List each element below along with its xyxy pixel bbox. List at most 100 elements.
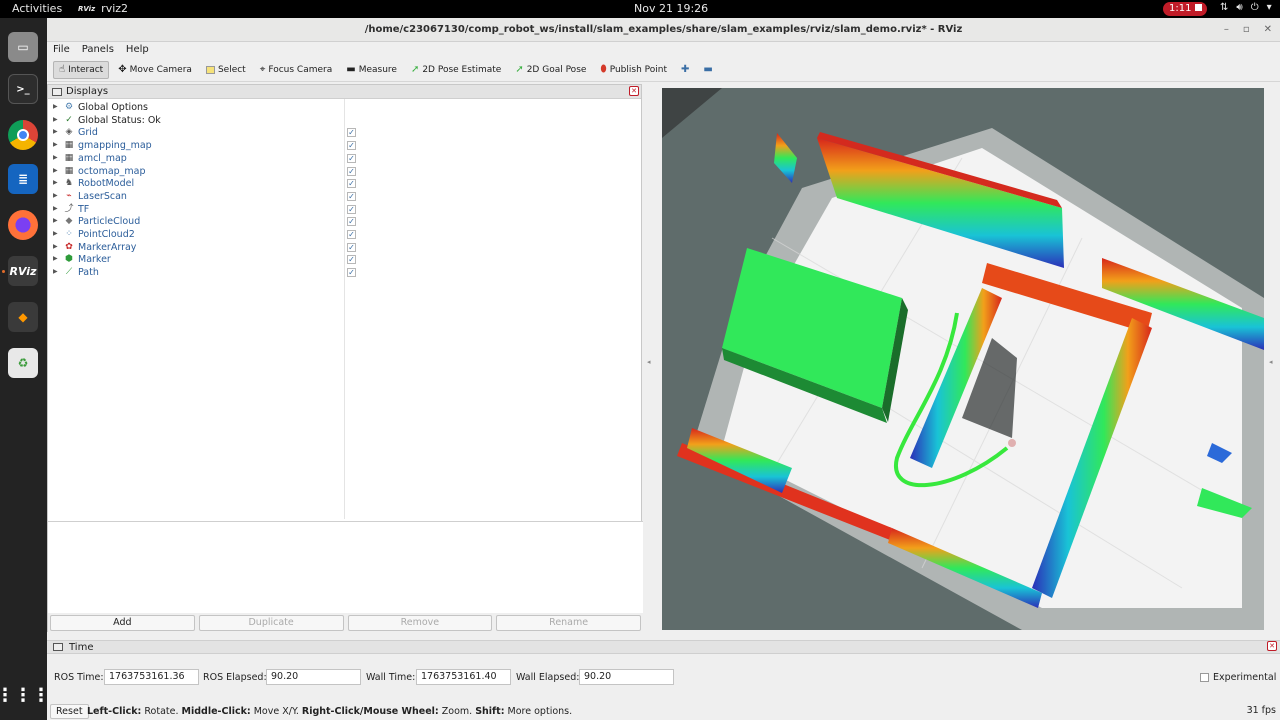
firefox-icon[interactable] (8, 210, 38, 240)
display-item[interactable]: ▶ ⟋ Path ✓ (48, 267, 643, 279)
app-grid-icon[interactable]: ⋮⋮⋮ (0, 680, 50, 710)
window-titlebar[interactable]: /home/c23067130/comp_robot_ws/install/sl… (47, 18, 1280, 42)
enable-checkbox[interactable]: ✓ (347, 255, 356, 265)
displays-tree: ▶ ⚙ Global Options ▶ ✓ Global Status: Ok ▶ ◈ Gri… (48, 99, 643, 519)
publish-point-tool[interactable]: ⬮ Publish Point (595, 61, 672, 79)
enable-checkbox[interactable]: ✓ (347, 191, 356, 201)
enable-checkbox[interactable]: ✓ (347, 179, 356, 189)
expand-arrow-icon[interactable]: ▶ (53, 103, 58, 110)
display-item[interactable]: ▶ ⬢ Marker ✓ (48, 254, 643, 266)
menu-help[interactable]: Help (126, 42, 149, 58)
expand-arrow-icon[interactable]: ▶ (53, 192, 58, 199)
expand-arrow-icon[interactable]: ▶ (53, 116, 58, 123)
display-item[interactable]: ▶ ✓ Global Status: Ok (48, 115, 643, 127)
right-panel-handle[interactable]: ◂ (1269, 358, 1273, 366)
ros-elapsed-label: ROS Elapsed: (203, 672, 267, 683)
maximize-icon[interactable]: ▫ (1243, 18, 1250, 42)
writer-icon[interactable]: ≣ (8, 164, 38, 194)
wall-time-field[interactable]: 1763753161.40 (416, 669, 511, 685)
display-item[interactable]: ▶ ▦ gmapping_map ✓ (48, 140, 643, 152)
rviz-app-icon: RViz (78, 4, 96, 13)
display-item-label: MarkerArray (78, 241, 137, 253)
app-menu[interactable]: RViz rviz2 (78, 2, 128, 15)
display-item[interactable]: ▶ ⁘ PointCloud2 ✓ (48, 229, 643, 241)
rename-button[interactable]: Rename (496, 615, 641, 631)
terminal-icon[interactable]: >_ (8, 74, 38, 104)
sublime-icon[interactable]: ◆ (8, 302, 38, 332)
files-icon[interactable]: ▭ (8, 32, 38, 62)
display-item[interactable]: ▶ ⤴ TF ✓ (48, 204, 643, 216)
expand-arrow-icon[interactable]: ▶ (53, 243, 58, 250)
displays-close-icon[interactable]: ✕ (629, 86, 639, 96)
rviz-icon[interactable]: RViz (8, 256, 38, 286)
ros-time-field[interactable]: 1763753161.36 (104, 669, 199, 685)
map-icon: ▦ (64, 165, 74, 176)
experimental-checkbox[interactable]: Experimental (1200, 672, 1276, 683)
expand-arrow-icon[interactable]: ▶ (53, 255, 58, 262)
checkmark-icon: ✓ (65, 114, 73, 125)
expand-arrow-icon[interactable]: ▶ (53, 128, 58, 135)
enable-checkbox[interactable]: ✓ (347, 141, 356, 151)
expand-arrow-icon[interactable]: ▶ (53, 167, 58, 174)
remove-tool-button[interactable]: ▬ (698, 61, 717, 79)
enable-checkbox[interactable]: ✓ (347, 204, 356, 214)
pose-estimate-tool[interactable]: ➚ 2D Pose Estimate (406, 61, 506, 79)
enable-checkbox[interactable]: ✓ (347, 268, 356, 278)
menu-panels[interactable]: Panels (82, 42, 114, 58)
volume-icon: 🔊︎ (1236, 2, 1243, 13)
system-tray[interactable]: ⇅ 🔊︎ ⏻ ▾ (1220, 2, 1272, 13)
select-tool[interactable]: Select (201, 61, 251, 79)
map-pin-icon: ⬮ (600, 64, 607, 75)
display-item[interactable]: ▶ ▦ octomap_map ✓ (48, 166, 643, 178)
goal-pose-tool[interactable]: ➚ 2D Goal Pose (510, 61, 591, 79)
expand-arrow-icon[interactable]: ▶ (53, 179, 58, 186)
panel-splitter-handle[interactable]: ◂ (647, 358, 651, 366)
activities-button[interactable]: Activities (12, 2, 62, 15)
duplicate-button[interactable]: Duplicate (198, 615, 344, 631)
wall-elapsed-field[interactable]: 90.20 (579, 669, 674, 685)
display-item-label: Global Options (78, 102, 148, 113)
trash-icon[interactable]: ♻ (8, 348, 38, 378)
remove-button[interactable]: Remove (347, 615, 493, 631)
add-button[interactable]: Add (50, 615, 195, 631)
expand-arrow-icon[interactable]: ▶ (53, 268, 58, 275)
move-camera-tool[interactable]: ✥ Move Camera (113, 61, 197, 79)
display-item[interactable]: ▶ ✿ MarkerArray ✓ (48, 242, 643, 254)
add-tool-button[interactable]: ✚ (676, 61, 694, 79)
display-item[interactable]: ▶ ♞ RobotModel ✓ (48, 178, 643, 190)
measure-tool[interactable]: ▬ Measure (341, 61, 402, 79)
system-top-bar: Activities RViz rviz2 Nov 21 19:26 1:11 … (0, 0, 1280, 18)
display-item[interactable]: ▶ ▦ amcl_map ✓ (48, 153, 643, 165)
interact-tool[interactable]: ☝ Interact (53, 60, 110, 79)
display-item-label: TF (78, 203, 90, 215)
clock[interactable]: Nov 21 19:26 (634, 2, 708, 15)
3d-viewport[interactable] (662, 88, 1264, 630)
expand-arrow-icon[interactable]: ▶ (53, 205, 58, 212)
reset-button[interactable]: Reset (50, 704, 89, 719)
wall-elapsed-label: Wall Elapsed: (516, 672, 580, 683)
expand-arrow-icon[interactable]: ▶ (53, 154, 58, 161)
enable-checkbox[interactable]: ✓ (347, 153, 356, 163)
network-icon: ⇅ (1220, 2, 1229, 13)
close-icon[interactable]: ✕ (1264, 18, 1272, 42)
enable-checkbox[interactable]: ✓ (347, 217, 356, 227)
enable-checkbox[interactable]: ✓ (347, 166, 356, 176)
enable-checkbox[interactable]: ✓ (347, 128, 356, 138)
expand-arrow-icon[interactable]: ▶ (53, 230, 58, 237)
time-close-icon[interactable]: ✕ (1267, 641, 1277, 651)
menu-file[interactable]: File (53, 42, 70, 58)
recording-indicator[interactable]: 1:11 (1163, 2, 1207, 16)
minimize-icon[interactable]: – (1224, 18, 1229, 42)
display-item[interactable]: ▶ ⌁ LaserScan ✓ (48, 191, 643, 203)
focus-camera-tool[interactable]: ⌖ Focus Camera (255, 61, 338, 79)
enable-checkbox[interactable]: ✓ (347, 242, 356, 252)
display-item[interactable]: ▶ ◈ Grid ✓ (48, 127, 643, 139)
display-item[interactable]: ▶ ◆ ParticleCloud ✓ (48, 216, 643, 228)
time-row: ROS Time: 1763753161.36 ROS Elapsed: 90.… (47, 668, 1280, 688)
ros-elapsed-field[interactable]: 90.20 (266, 669, 361, 685)
expand-arrow-icon[interactable]: ▶ (53, 217, 58, 224)
display-item[interactable]: ▶ ⚙ Global Options (48, 102, 643, 114)
enable-checkbox[interactable]: ✓ (347, 230, 356, 239)
expand-arrow-icon[interactable]: ▶ (53, 141, 58, 148)
chrome-icon[interactable] (8, 120, 38, 150)
